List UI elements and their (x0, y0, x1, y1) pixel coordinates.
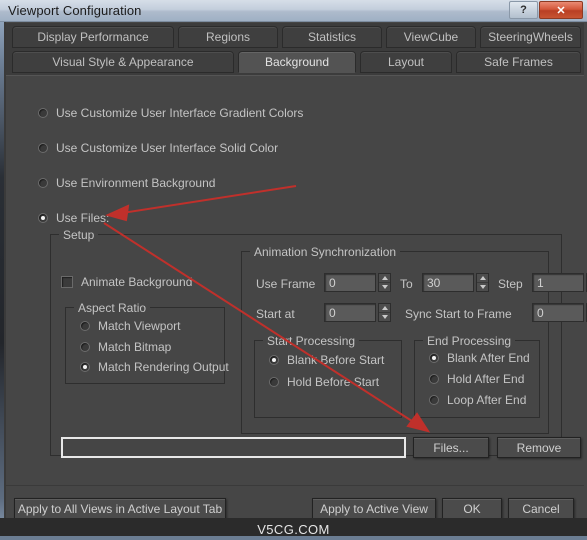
tab-regions[interactable]: Regions (178, 26, 278, 48)
radio-use-ui-gradient-colors[interactable]: Use Customize User Interface Gradient Co… (38, 106, 303, 120)
radio-indicator-match-rendering-output (80, 362, 90, 372)
tab-safe-frames[interactable]: Safe Frames (456, 51, 581, 73)
tab-strip: Display Performance Regions Statistics V… (6, 23, 584, 75)
radio-label-blank-before-start: Blank Before Start (287, 353, 385, 367)
radio-label-match-bitmap: Match Bitmap (98, 340, 172, 354)
close-icon[interactable]: ✕ (539, 1, 583, 19)
tab-statistics[interactable]: Statistics (282, 26, 382, 48)
label-start-at: Start at (256, 307, 295, 321)
start-processing-group: Start Processing Blank Before Start Hold… (254, 334, 402, 418)
label-step: Step (498, 277, 523, 291)
spinner-use-frame[interactable]: 0 (324, 273, 391, 292)
radio-label-hold-after-end: Hold After End (447, 372, 525, 386)
radio-indicator-gradient (38, 108, 48, 118)
radio-blank-after-end[interactable]: Blank After End (429, 351, 530, 365)
input-use-frame[interactable]: 0 (324, 273, 376, 292)
spin-down-icon[interactable] (379, 283, 390, 291)
spinner-buttons-use-frame[interactable] (378, 273, 391, 292)
animation-sync-group-title: Animation Synchronization (250, 245, 401, 259)
spinner-sync-start-to-frame[interactable]: 0 (532, 303, 587, 322)
input-step[interactable]: 1 (532, 273, 584, 292)
tab-display-performance[interactable]: Display Performance (12, 26, 174, 48)
radio-indicator-match-bitmap (80, 342, 90, 352)
setup-group-title: Setup (59, 228, 99, 242)
window-controls: ? ✕ (509, 1, 583, 19)
radio-label-loop-after-end: Loop After End (447, 393, 527, 407)
tab-viewcube[interactable]: ViewCube (386, 26, 476, 48)
watermark-accent-strip (0, 536, 587, 540)
label-to: To (400, 277, 413, 291)
radio-match-rendering-output[interactable]: Match Rendering Output (80, 360, 229, 374)
setup-group: Setup Animate Background Aspect Ratio Ma… (50, 228, 587, 458)
spin-up-icon[interactable] (477, 274, 488, 283)
spin-down-icon[interactable] (379, 313, 390, 321)
apply-to-active-view-button[interactable]: Apply to Active View (312, 498, 436, 520)
tab-steeringwheels[interactable]: SteeringWheels (480, 26, 581, 48)
radio-match-bitmap[interactable]: Match Bitmap (80, 340, 171, 354)
radio-indicator-use-files (38, 213, 48, 223)
radio-indicator-loop-after-end (429, 395, 439, 405)
radio-label-environment: Use Environment Background (56, 176, 216, 190)
radio-indicator-environment (38, 178, 48, 188)
radio-indicator-match-viewport (80, 321, 90, 331)
window-title: Viewport Configuration (8, 3, 142, 18)
radio-indicator-solid (38, 143, 48, 153)
radio-label-match-viewport: Match Viewport (98, 319, 181, 333)
input-sync-start-to-frame[interactable]: 0 (532, 303, 584, 322)
viewport-configuration-dialog: Viewport Configuration ? ✕ Display Perfo… (0, 0, 587, 540)
end-processing-group: End Processing Blank After End Hold Afte… (414, 334, 540, 418)
checkbox-animate-background[interactable]: Animate Background (61, 275, 192, 289)
watermark-text: V5CG.COM (257, 521, 330, 537)
checkbox-indicator-animate-background (61, 276, 73, 288)
spinner-step[interactable]: 1 (532, 273, 587, 292)
radio-use-ui-solid-color[interactable]: Use Customize User Interface Solid Color (38, 141, 278, 155)
radio-indicator-hold-before-start (269, 377, 279, 387)
aspect-ratio-group-title: Aspect Ratio (74, 301, 151, 315)
aspect-ratio-group: Aspect Ratio Match Viewport Match Bitmap… (65, 301, 229, 384)
radio-label-solid: Use Customize User Interface Solid Color (56, 141, 279, 155)
spin-up-icon[interactable] (379, 274, 390, 283)
files-button[interactable]: Files... (413, 437, 489, 458)
radio-label-hold-before-start: Hold Before Start (287, 375, 380, 389)
ok-button[interactable]: OK (442, 498, 502, 520)
animation-synchronization-group: Animation Synchronization Use Frame 0 To… (241, 245, 587, 434)
label-sync-start-to-frame: Sync Start to Frame (405, 307, 512, 321)
tab-visual-style-appearance[interactable]: Visual Style & Appearance (12, 51, 234, 73)
radio-label-gradient: Use Customize User Interface Gradient Co… (56, 106, 304, 120)
spinner-buttons-start-at[interactable] (378, 303, 391, 322)
tab-background[interactable]: Background (238, 51, 356, 73)
title-bar: Viewport Configuration ? ✕ (0, 0, 587, 22)
help-button[interactable]: ? (509, 1, 538, 19)
radio-label-use-files: Use Files: (56, 211, 110, 225)
cancel-button[interactable]: Cancel (508, 498, 574, 520)
spinner-start-at[interactable]: 0 (324, 303, 391, 322)
radio-match-viewport[interactable]: Match Viewport (80, 319, 180, 333)
radio-indicator-hold-after-end (429, 374, 439, 384)
end-processing-group-title: End Processing (423, 334, 516, 348)
tab-layout[interactable]: Layout (360, 51, 452, 73)
radio-use-environment-background[interactable]: Use Environment Background (38, 176, 215, 190)
background-panel: Use Customize User Interface Gradient Co… (6, 75, 587, 485)
radio-indicator-blank-after-end (429, 353, 439, 363)
background-file-path-input[interactable] (61, 437, 406, 458)
radio-hold-before-start[interactable]: Hold Before Start (269, 375, 379, 389)
apply-to-all-views-button[interactable]: Apply to All Views in Active Layout Tab (14, 498, 226, 520)
spin-up-icon[interactable] (379, 304, 390, 313)
checkbox-label-animate-background: Animate Background (81, 275, 193, 289)
radio-label-blank-after-end: Blank After End (447, 351, 530, 365)
radio-loop-after-end[interactable]: Loop After End (429, 393, 526, 407)
radio-label-match-rendering-output: Match Rendering Output (98, 360, 229, 374)
remove-button[interactable]: Remove (497, 437, 581, 458)
radio-blank-before-start[interactable]: Blank Before Start (269, 353, 384, 367)
start-processing-group-title: Start Processing (263, 334, 360, 348)
label-use-frame: Use Frame (256, 277, 316, 291)
spin-down-icon[interactable] (477, 283, 488, 291)
input-start-at[interactable]: 0 (324, 303, 376, 322)
radio-hold-after-end[interactable]: Hold After End (429, 372, 524, 386)
spinner-to-frame[interactable]: 30 (422, 273, 489, 292)
radio-use-files[interactable]: Use Files: (38, 211, 109, 225)
spinner-buttons-to-frame[interactable] (476, 273, 489, 292)
radio-indicator-blank-before-start (269, 355, 279, 365)
input-to-frame[interactable]: 30 (422, 273, 474, 292)
